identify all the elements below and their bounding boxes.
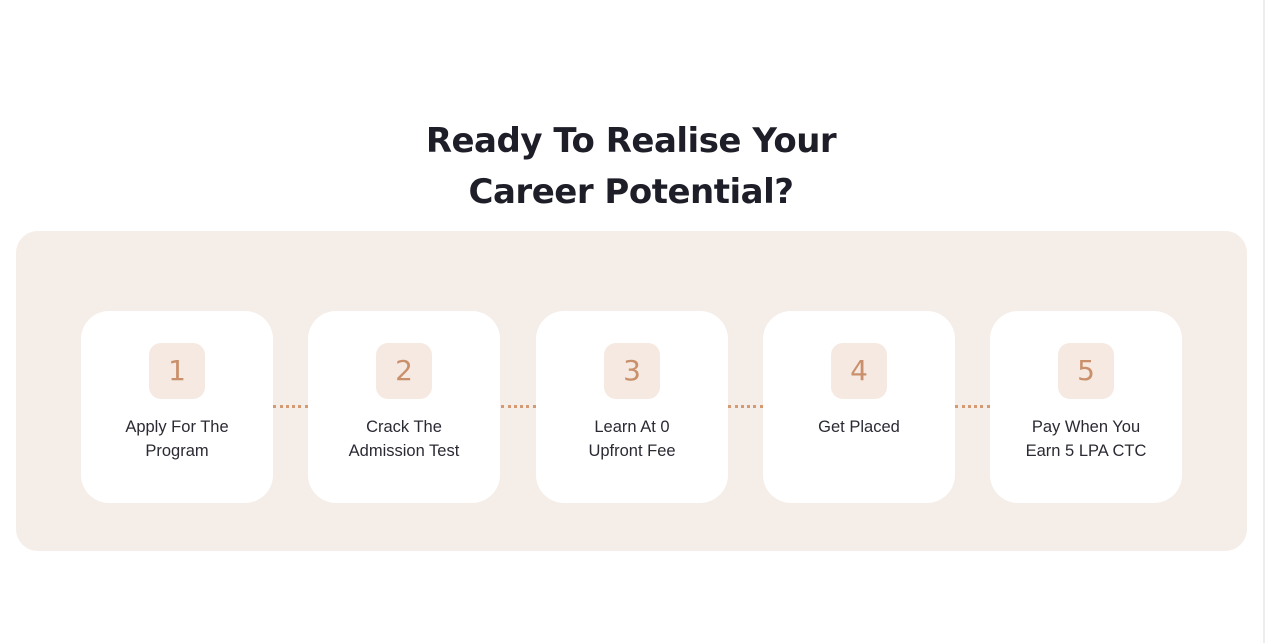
steps-panel: 1 Apply For The Program 2 Crack The Admi… — [16, 231, 1247, 551]
step-number-badge: 3 — [604, 343, 660, 399]
step-label: Crack The Admission Test — [348, 418, 460, 460]
step-card-5: 5 Pay When You Earn 5 LPA CTC — [990, 311, 1182, 503]
step-label: Pay When You Earn 5 LPA CTC — [1025, 418, 1147, 460]
step-card-3: 3 Learn At 0 Upfront Fee — [536, 311, 728, 503]
step-number-badge: 2 — [376, 343, 432, 399]
step-label: Learn At 0 Upfront Fee — [588, 418, 676, 460]
step-number-badge: 1 — [149, 343, 205, 399]
section-title: Ready To Realise Your Career Potential? — [0, 116, 1262, 218]
step-card-2: 2 Crack The Admission Test — [308, 311, 500, 503]
step-connector — [273, 405, 308, 408]
step-connector — [501, 405, 536, 408]
step-connector — [728, 405, 763, 408]
step-number-badge: 4 — [831, 343, 887, 399]
step-card-1: 1 Apply For The Program — [81, 311, 273, 503]
section-title-line-1: Ready To Realise Your — [425, 121, 837, 162]
step-card-4: 4 Get Placed — [763, 311, 955, 503]
step-number-badge: 5 — [1058, 343, 1114, 399]
step-label: Get Placed — [818, 418, 900, 436]
step-connector — [955, 405, 990, 408]
section-title-line-2: Career Potential? — [468, 172, 794, 213]
step-label: Apply For The Program — [125, 418, 229, 460]
